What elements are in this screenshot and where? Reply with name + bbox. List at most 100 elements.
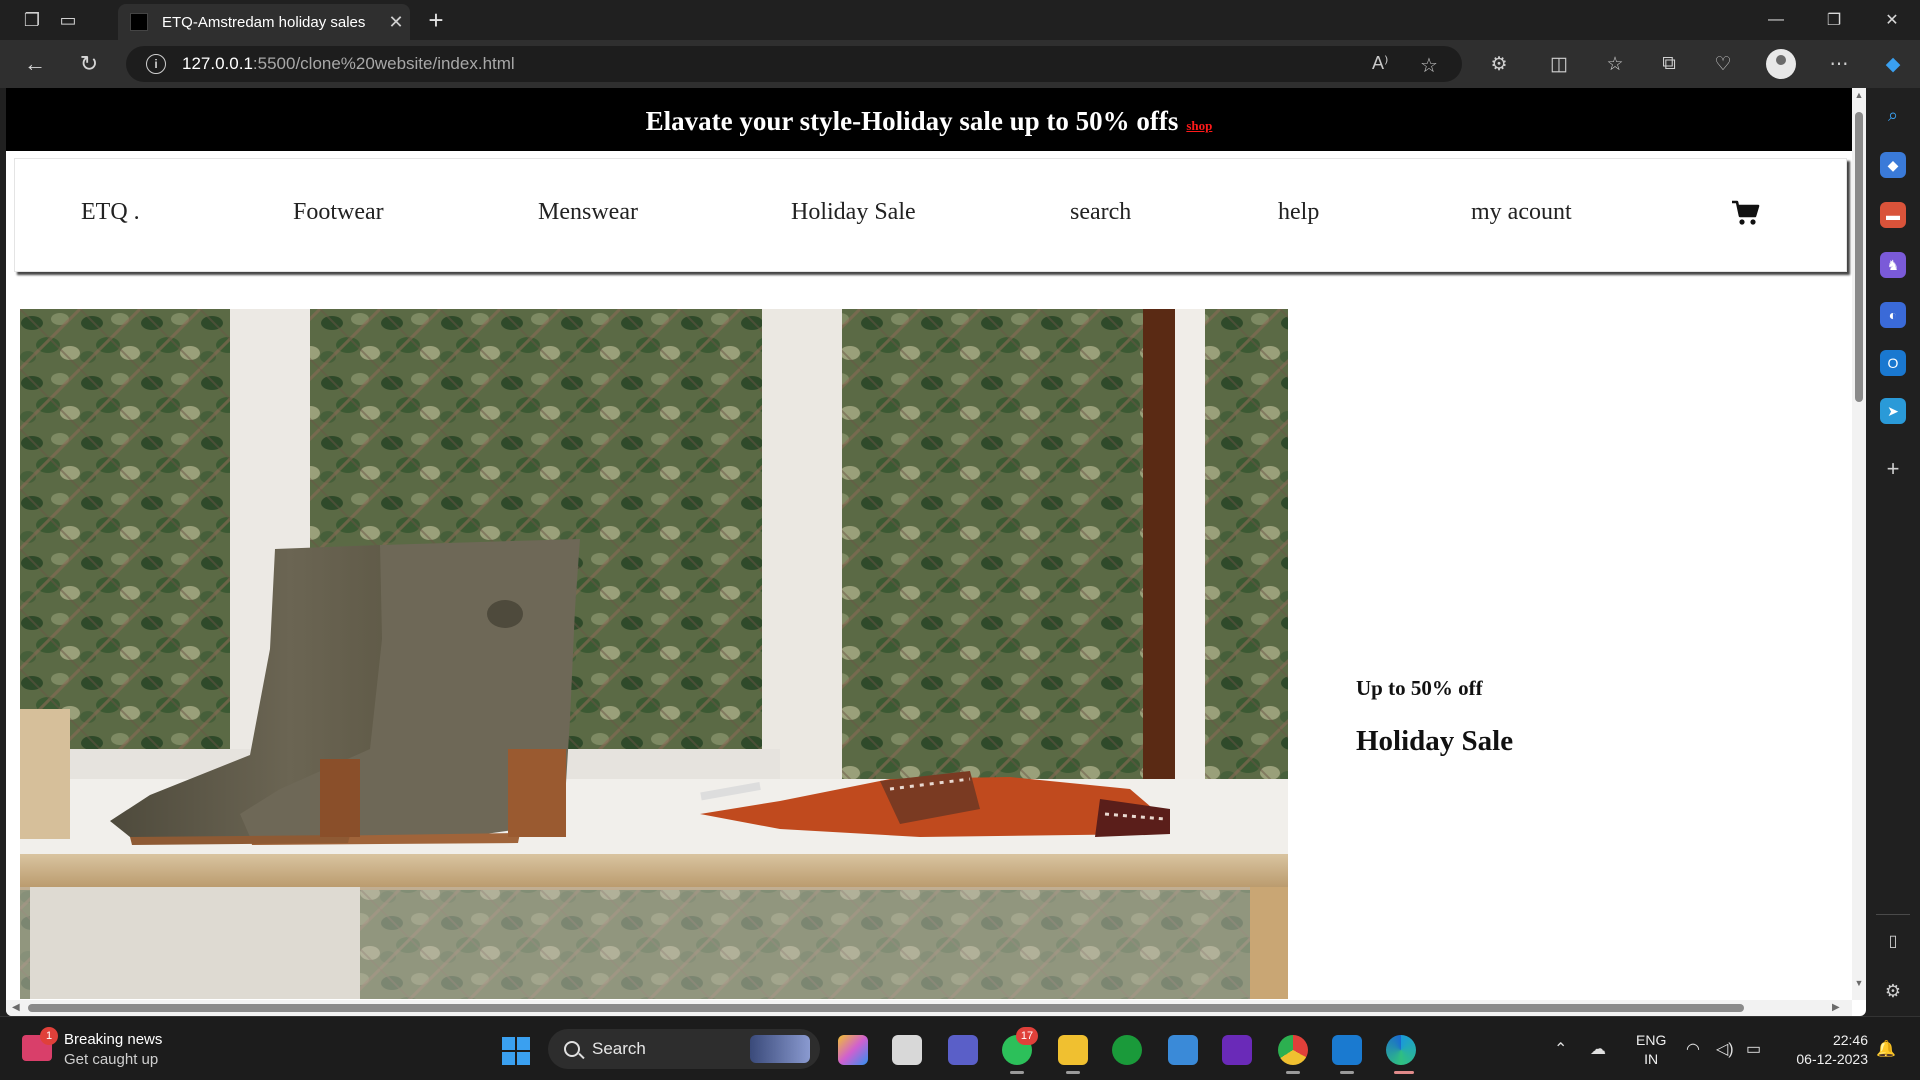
app-icon-purple[interactable] [1222, 1035, 1252, 1065]
favorites-icon[interactable]: ☆ [1598, 48, 1632, 80]
notification-bell-icon[interactable]: 🔔 [1876, 1039, 1896, 1059]
site-info-icon[interactable]: i [146, 54, 166, 74]
sidebar-divider [1876, 914, 1910, 915]
shopping-tag-icon[interactable]: ◆ [1880, 152, 1906, 178]
scroll-up-arrow-icon[interactable]: ▲ [1854, 90, 1864, 100]
nav-holiday-sale[interactable]: Holiday Sale [791, 199, 916, 226]
read-aloud-icon[interactable]: A⁾ [1372, 53, 1388, 74]
hero-title: Holiday Sale [1356, 725, 1514, 757]
scroll-right-arrow-icon[interactable]: ▶ [1832, 1002, 1840, 1013]
games-icon[interactable]: ♞ [1880, 252, 1906, 278]
onedrive-icon[interactable]: ☁ [1590, 1039, 1606, 1059]
back-arrow-icon[interactable]: ← [18, 48, 52, 80]
language-indicator[interactable]: ENG IN [1636, 1031, 1666, 1069]
more-menu-icon[interactable]: ⋯ [1822, 48, 1856, 80]
battery-icon[interactable]: ▭ [1746, 1039, 1761, 1059]
new-tab-button[interactable]: + [420, 5, 452, 35]
edge-sidebar: ⌕ ◆ ▬ ♞ ◐ O ➤ + ▯ ⚙ [1866, 88, 1920, 1016]
collections-icon[interactable]: ⧉ [1652, 48, 1686, 80]
search-icon[interactable]: ⌕ [1880, 102, 1906, 128]
workspaces-icon[interactable]: ❐ [16, 6, 48, 34]
refresh-icon[interactable]: ↻ [72, 48, 106, 80]
tab-favicon-icon [130, 13, 148, 31]
chrome-icon[interactable] [1278, 1035, 1308, 1065]
hero-subtitle: Up to 50% off [1356, 676, 1483, 700]
url-path: :5500/clone%20website/index.html [252, 54, 515, 73]
system-clock[interactable]: 22:46 06-12-2023 [1780, 1031, 1868, 1069]
hero-boots-image [20, 309, 1288, 999]
news-subtitle: Get caught up [64, 1051, 159, 1068]
copilot-icon[interactable]: ◆ [1876, 48, 1910, 80]
brand-logo[interactable]: ETQ . [81, 199, 140, 226]
tools-icon[interactable]: ▬ [1880, 202, 1906, 228]
browser-tab-bar: ❐ ▭ ETQ-Amstredam holiday sales ✕ + — ❐ … [0, 0, 1920, 40]
clock-time: 22:46 [1832, 1032, 1868, 1048]
profile-avatar[interactable] [1766, 49, 1796, 79]
windows-start-icon[interactable] [502, 1037, 530, 1065]
tab-actions-icon[interactable]: ▭ [52, 6, 84, 34]
tab-close-icon[interactable]: ✕ [382, 12, 410, 33]
taskbar-search-label: Search [592, 1039, 646, 1058]
outlook-icon[interactable]: O [1880, 350, 1906, 376]
teams-icon[interactable] [948, 1035, 978, 1065]
restore-button[interactable]: ❐ [1806, 0, 1862, 40]
windows-taskbar: 1 Breaking news Get caught up Search 17 … [0, 1016, 1920, 1080]
browser-toolbar: ← ↻ i 127.0.0.1:5500/clone%20website/ind… [0, 40, 1920, 88]
vertical-scrollbar[interactable]: ▲ ▼ [1852, 88, 1866, 1000]
edge-active-indicator [1394, 1071, 1414, 1074]
scroll-left-arrow-icon[interactable]: ◀ [12, 1002, 20, 1013]
nav-my-account[interactable]: my acount [1471, 199, 1572, 226]
url-host: 127.0.0.1 [182, 54, 253, 73]
m365-icon[interactable]: ◐ [1880, 302, 1906, 328]
address-bar[interactable]: i 127.0.0.1:5500/clone%20website/index.h… [126, 46, 1462, 82]
news-title: Breaking news [64, 1031, 163, 1048]
browser-tab[interactable]: ETQ-Amstredam holiday sales ✕ [118, 4, 410, 40]
microsoft-store-icon[interactable] [1168, 1035, 1198, 1065]
drop-icon[interactable]: ➤ [1880, 398, 1906, 424]
vertical-scroll-thumb[interactable] [1855, 112, 1863, 402]
close-window-button[interactable]: ✕ [1864, 0, 1920, 40]
settings-gear-icon[interactable]: ⚙ [1880, 978, 1906, 1004]
taskbar-search[interactable]: Search [548, 1029, 820, 1069]
lang-bottom: IN [1644, 1051, 1659, 1067]
performance-icon[interactable]: ♡ [1706, 48, 1740, 80]
add-sidebar-app-icon[interactable]: + [1880, 456, 1906, 482]
tray-overflow-chevron-icon[interactable]: ⌃ [1554, 1039, 1567, 1059]
vscode-icon[interactable] [1332, 1035, 1362, 1065]
volume-icon[interactable]: ◁) [1716, 1039, 1734, 1059]
main-navbar: ETQ . Footwear Menswear Holiday Sale sea… [14, 158, 1847, 272]
search-icon [564, 1041, 580, 1057]
edge-icon[interactable] [1386, 1035, 1416, 1065]
minimize-button[interactable]: — [1748, 0, 1804, 40]
promo-banner: Elavate your style-Holiday sale up to 50… [6, 88, 1852, 151]
favorite-star-icon[interactable]: ☆ [1420, 53, 1438, 78]
horizontal-scrollbar[interactable]: ◀ ▶ [6, 1000, 1852, 1016]
scroll-down-arrow-icon[interactable]: ▼ [1854, 978, 1864, 988]
chrome-running-indicator [1286, 1071, 1300, 1074]
shopping-cart-icon[interactable] [1731, 199, 1761, 227]
nav-search[interactable]: search [1070, 199, 1131, 226]
horizontal-scroll-thumb[interactable] [28, 1004, 1744, 1012]
photos-app-icon[interactable] [838, 1035, 868, 1065]
task-view-icon[interactable] [892, 1035, 922, 1065]
banner-text: Elavate your style-Holiday sale up to 50… [645, 106, 1179, 136]
banner-shop-link[interactable]: shop [1186, 118, 1212, 134]
vscode-running-indicator [1340, 1071, 1354, 1074]
split-screen-icon[interactable]: ◫ [1542, 48, 1576, 80]
nav-help[interactable]: help [1278, 199, 1319, 226]
file-explorer-icon[interactable] [1058, 1035, 1088, 1065]
hide-sidebar-icon[interactable]: ▯ [1880, 928, 1906, 954]
nav-menswear[interactable]: Menswear [538, 199, 638, 226]
extensions-icon[interactable]: ⚙ [1482, 48, 1516, 80]
whatsapp-badge: 17 [1016, 1027, 1038, 1045]
wifi-icon[interactable]: ◠ [1686, 1039, 1700, 1059]
nav-footwear[interactable]: Footwear [293, 199, 384, 226]
news-badge: 1 [40, 1027, 58, 1045]
web-page: Elavate your style-Holiday sale up to 50… [6, 88, 1866, 1016]
whatsapp-running-indicator [1010, 1071, 1024, 1074]
explorer-running-indicator [1066, 1071, 1080, 1074]
tab-title: ETQ-Amstredam holiday sales [162, 13, 366, 31]
xbox-icon[interactable] [1112, 1035, 1142, 1065]
clock-date: 06-12-2023 [1796, 1051, 1868, 1067]
search-highlight-image [750, 1035, 810, 1063]
